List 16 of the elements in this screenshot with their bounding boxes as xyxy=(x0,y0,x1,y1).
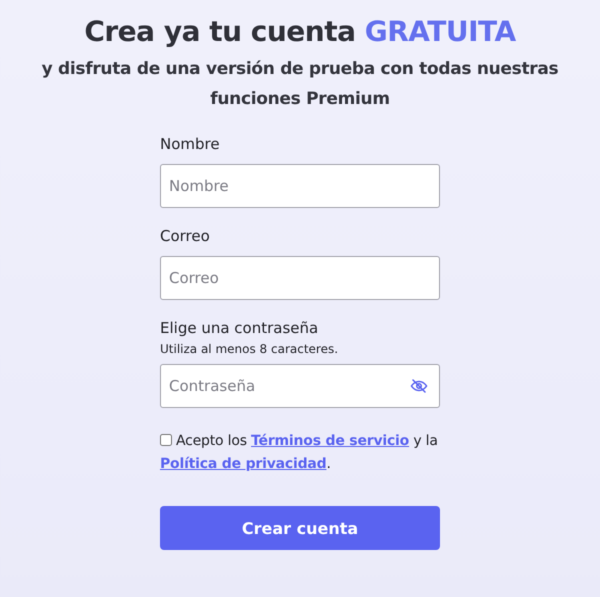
heading-highlight: GRATUITA xyxy=(364,15,516,48)
heading-text: Crea ya tu cuenta xyxy=(84,15,356,48)
field-label: Elige una contraseña xyxy=(160,318,318,338)
checkbox[interactable] xyxy=(160,434,172,446)
field-hint: Utiliza al menos 8 caracteres. xyxy=(160,342,338,356)
text-field[interactable]: Correo xyxy=(160,256,440,300)
link[interactable]: Política de privacidad xyxy=(160,456,326,472)
field-label: Nombre xyxy=(160,134,220,154)
field-label: Correo xyxy=(160,226,210,246)
subheading: y disfruta de una versión de prueba con todas nuestras funciones Premium xyxy=(40,58,560,111)
create-account-button[interactable]: Crear cuenta xyxy=(160,506,440,550)
text-field[interactable]: Nombre xyxy=(160,164,440,208)
password-field[interactable]: Contraseña xyxy=(160,364,440,408)
consent-text: Acepto los Términos de servicio y la Política de privacidad. xyxy=(160,432,439,474)
link[interactable]: Términos de servicio xyxy=(251,433,410,449)
eye-slash-icon[interactable] xyxy=(410,377,428,395)
